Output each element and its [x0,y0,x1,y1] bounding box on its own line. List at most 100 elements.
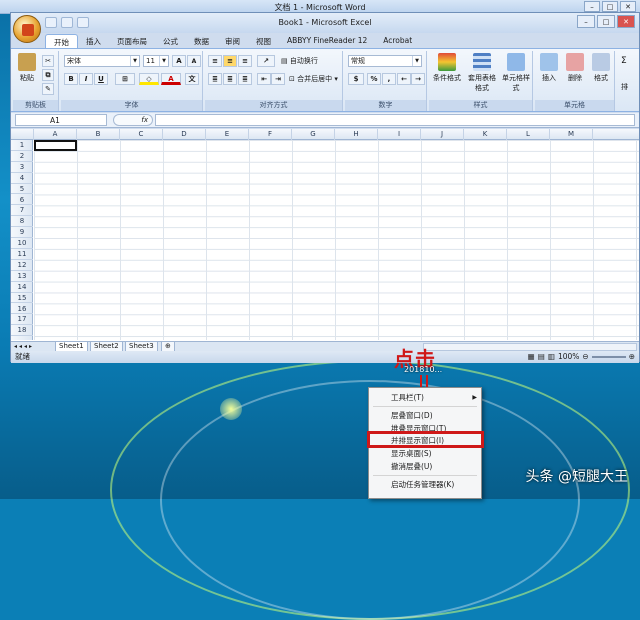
zoom-level[interactable]: 100% [558,351,579,363]
increase-decimal-icon[interactable]: ← [397,73,411,85]
close-icon[interactable]: ✕ [620,1,636,12]
row-header[interactable]: 15 [11,293,33,304]
ribbon-tab[interactable]: 插入 [78,34,109,48]
column-header[interactable]: C [120,129,163,140]
close-icon[interactable]: ✕ [617,15,635,28]
ribbon-tab[interactable]: 页面布局 [109,34,155,48]
row-header[interactable]: 10 [11,238,33,249]
row-header[interactable]: 9 [11,227,33,239]
align-bottom-icon[interactable]: ≡ [238,55,252,67]
autosum-button[interactable]: Σ [621,55,627,67]
insert-function-button[interactable]: fx [113,114,153,126]
comma-button[interactable]: , [382,73,396,85]
row-header[interactable]: 13 [11,271,33,282]
delete-cells-button[interactable]: 删除 [563,53,587,83]
align-right-icon[interactable]: ≣ [238,73,252,85]
ribbon-tab[interactable]: 视图 [248,34,279,48]
bold-button[interactable]: B [64,73,78,85]
column-header[interactable]: H [335,129,378,140]
zoom-out-icon[interactable]: ⊖ [582,351,588,363]
horizontal-scrollbar[interactable] [423,343,637,351]
ribbon-tab[interactable]: 数据 [186,34,217,48]
maximize-icon[interactable]: □ [602,1,618,12]
row-header[interactable]: 2 [11,151,33,162]
minimize-icon[interactable]: – [577,15,595,28]
zoom-slider[interactable] [591,356,626,358]
context-menu-item[interactable]: 工具栏(T) [391,392,424,404]
row-header[interactable]: 12 [11,260,33,271]
select-all-corner[interactable] [11,129,34,140]
column-header[interactable]: G [292,129,335,140]
row-header[interactable]: 1 [11,140,33,151]
copy-icon[interactable]: ⧉ [42,69,54,81]
column-header[interactable]: L [507,129,550,140]
row-header[interactable]: 16 [11,304,33,315]
row-header[interactable]: 4 [11,173,33,184]
ribbon-tab[interactable]: Acrobat [375,34,420,48]
worksheet-cells[interactable] [34,140,639,340]
currency-icon[interactable]: $ [348,73,364,85]
decrease-indent-icon[interactable]: ⇤ [257,73,271,85]
format-cells-button[interactable]: 格式 [589,53,613,83]
row-header[interactable]: 17 [11,314,33,326]
align-left-icon[interactable]: ≣ [208,73,222,85]
font-size-select[interactable]: 11 ▼ [143,55,169,67]
phonetic-icon[interactable]: 文 [185,73,199,85]
office-button[interactable] [13,15,41,43]
insert-cells-button[interactable]: 插入 [537,53,561,83]
format-painter-icon[interactable]: ✎ [42,83,54,95]
redo-icon[interactable] [77,17,89,28]
column-header[interactable]: M [550,129,593,140]
excel-titlebar[interactable]: Book1 - Microsoft Excel – □ ✕ [11,13,639,33]
restore-icon[interactable]: □ [597,15,615,28]
active-cell[interactable] [34,140,77,151]
align-middle-icon[interactable]: ≡ [223,55,237,67]
font-color-icon[interactable]: A [161,73,181,85]
column-header[interactable]: A [34,129,77,140]
font-name-select[interactable]: 宋体 ▼ [64,55,140,67]
page-layout-view-icon[interactable]: ▤ [538,351,545,363]
cell-style-button[interactable]: 单元格样式 [501,53,531,93]
row-header[interactable]: 18 [11,325,33,337]
zoom-in-icon[interactable]: ⊕ [629,351,635,363]
column-header[interactable]: B [77,129,120,140]
column-header[interactable]: I [378,129,421,140]
align-center-icon[interactable]: ≣ [223,73,237,85]
row-header[interactable]: 7 [11,205,33,217]
ribbon-tab[interactable]: ABBYY FineReader 12 [279,34,375,48]
fill-color-icon[interactable]: ◇ [139,73,159,85]
normal-view-icon[interactable]: ▦ [528,351,535,363]
ribbon-tab[interactable]: 开始 [45,34,78,48]
decrease-decimal-icon[interactable]: → [411,73,425,85]
merge-center-button[interactable]: ⊡ 合并后居中 ▾ [289,73,338,85]
row-header[interactable]: 6 [11,195,33,206]
name-box[interactable]: A1 [15,114,107,126]
column-header[interactable]: J [421,129,464,140]
row-header[interactable]: 8 [11,216,33,228]
row-header[interactable]: 5 [11,184,33,195]
table-format-button[interactable]: 套用表格格式 [465,53,499,93]
ribbon-tab[interactable]: 审阅 [217,34,248,48]
context-menu-item[interactable]: 启动任务管理器(K) [391,479,454,491]
grow-font-icon[interactable]: A [172,55,186,67]
formula-input[interactable] [155,114,635,126]
ribbon-tab[interactable]: 公式 [155,34,186,48]
orientation-icon[interactable]: ↗ [257,55,275,67]
context-menu-item[interactable]: 层叠窗口(D) [391,410,433,422]
column-header[interactable]: E [206,129,249,140]
italic-button[interactable]: I [79,73,93,85]
row-header[interactable]: 14 [11,282,33,293]
percent-button[interactable]: % [367,73,381,85]
context-menu-item[interactable]: 撤消层叠(U) [391,461,432,473]
shrink-font-icon[interactable]: A [187,55,201,67]
minimize-icon[interactable]: – [584,1,600,12]
page-break-view-icon[interactable]: ▥ [548,351,555,363]
column-header[interactable]: K [464,129,507,140]
column-header[interactable]: D [163,129,206,140]
conditional-format-button[interactable]: 条件格式 [431,53,463,83]
number-format-select[interactable]: 常规 ▼ [348,55,422,67]
increase-indent-icon[interactable]: ⇥ [271,73,285,85]
wrap-text-button[interactable]: ▤ 自动换行 [281,55,318,67]
cut-icon[interactable]: ✂ [42,55,54,67]
paste-button[interactable]: 粘贴 [16,53,38,83]
